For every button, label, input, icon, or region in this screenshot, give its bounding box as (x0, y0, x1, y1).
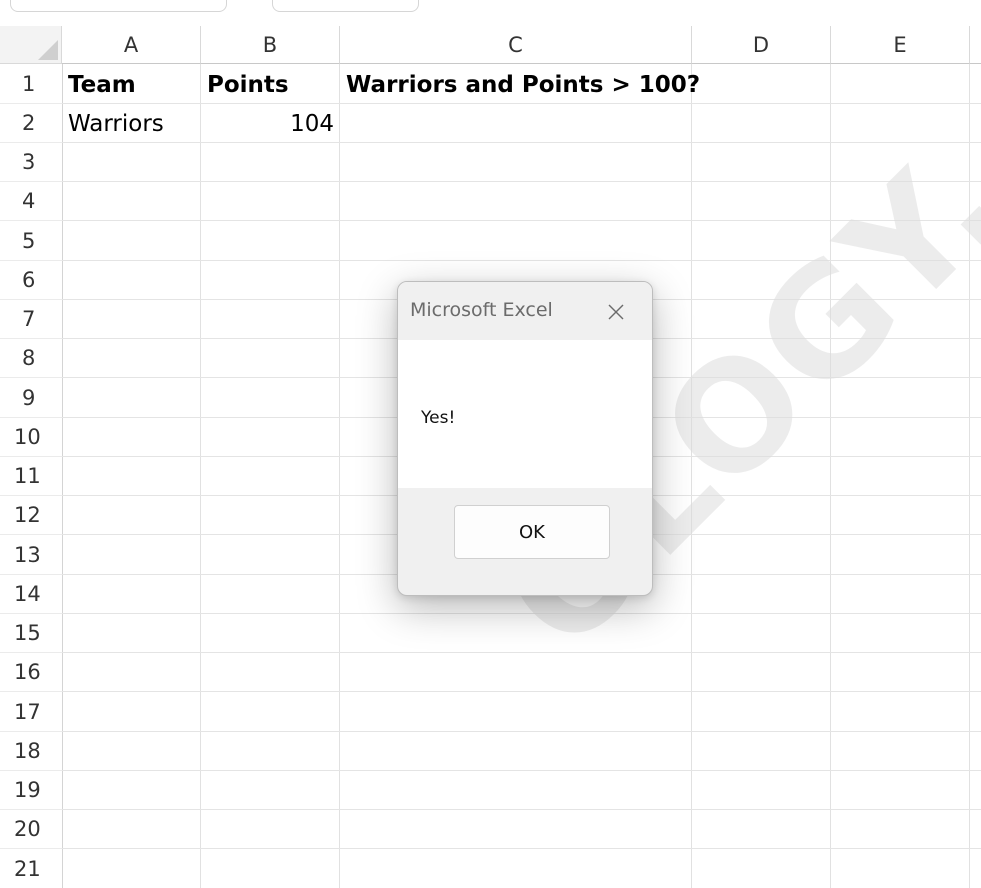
row-header-8[interactable]: 8 (0, 339, 62, 378)
gridline (62, 770, 981, 771)
row-header-13[interactable]: 13 (0, 535, 62, 575)
gridline (62, 260, 981, 261)
gridline (62, 64, 63, 888)
row-header-14[interactable]: 14 (0, 575, 62, 614)
column-header-c[interactable]: C (340, 26, 692, 64)
gridline (62, 691, 981, 692)
row-header-19[interactable]: 19 (0, 771, 62, 810)
dialog-message: Yes! (421, 408, 456, 428)
row-header-6[interactable]: 6 (0, 261, 62, 300)
cell-c1[interactable]: Warriors and Points > 100? (340, 65, 700, 104)
cell-a1[interactable]: Team (62, 65, 201, 104)
row-header-5[interactable]: 5 (0, 221, 62, 261)
gridline (62, 181, 981, 182)
row-header-16[interactable]: 16 (0, 653, 62, 692)
gridline (830, 64, 831, 888)
gridline (62, 220, 981, 221)
row-header-7[interactable]: 7 (0, 300, 62, 339)
row-header-15[interactable]: 15 (0, 614, 62, 653)
dialog-title: Microsoft Excel (410, 299, 553, 321)
column-header-d[interactable]: D (692, 26, 831, 64)
row-header-11[interactable]: 11 (0, 457, 62, 496)
cell-a2[interactable]: Warriors (62, 104, 201, 143)
row-header-9[interactable]: 9 (0, 378, 62, 418)
gridline (62, 731, 981, 732)
row-header-4[interactable]: 4 (0, 182, 62, 221)
column-header-e[interactable]: E (831, 26, 970, 64)
row-header-3[interactable]: 3 (0, 143, 62, 182)
close-icon[interactable] (602, 298, 630, 326)
column-header-f-partial[interactable] (970, 26, 981, 64)
column-header-a[interactable]: A (62, 26, 201, 64)
row-header-21[interactable]: 21 (0, 849, 62, 888)
row-header-20[interactable]: 20 (0, 810, 62, 849)
row-header-2[interactable]: 2 (0, 104, 62, 143)
row-header-10[interactable]: 10 (0, 418, 62, 457)
row-header-12[interactable]: 12 (0, 496, 62, 535)
gridline (691, 64, 692, 888)
row-header-18[interactable]: 18 (0, 732, 62, 771)
cell-b1[interactable]: Points (201, 65, 340, 104)
column-header-b[interactable]: B (201, 26, 340, 64)
row-header-17[interactable]: 17 (0, 692, 62, 732)
gridline (200, 64, 201, 888)
gridline (62, 613, 981, 614)
gridline (969, 64, 970, 888)
ok-button[interactable]: OK (454, 505, 610, 559)
cell-b2[interactable]: 104 (201, 104, 340, 143)
dialog-titlebar[interactable]: Microsoft Excel (398, 282, 652, 340)
gridline (339, 64, 340, 888)
gridline (62, 809, 981, 810)
message-box-dialog: Microsoft Excel Yes! OK (397, 281, 653, 596)
row-header-1[interactable]: 1 (0, 65, 62, 104)
gridline (62, 652, 981, 653)
select-all-corner[interactable] (0, 26, 62, 64)
gridline (62, 848, 981, 849)
